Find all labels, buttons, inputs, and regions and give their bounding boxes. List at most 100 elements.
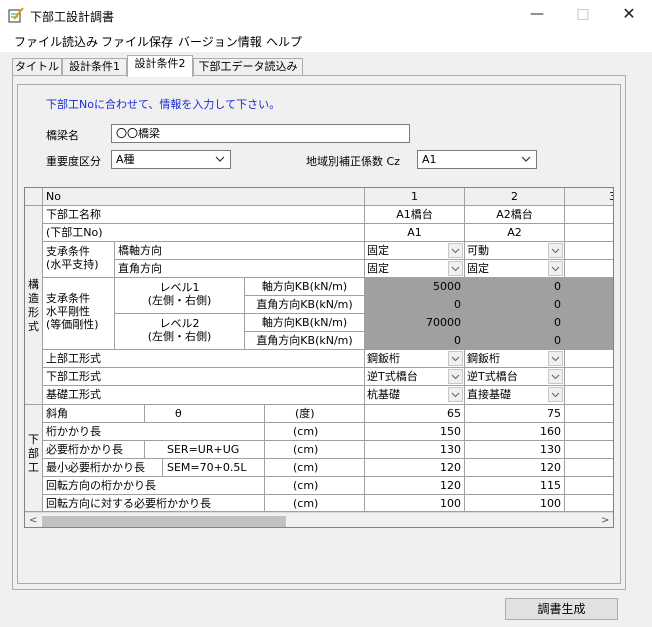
bridge-name-input[interactable]: 〇〇橋梁 bbox=[111, 124, 410, 143]
grid-cell[interactable]: A1 bbox=[365, 224, 465, 242]
bearing-label-2: (水平支持) bbox=[46, 258, 99, 271]
close-button[interactable]: ✕ bbox=[606, 0, 652, 30]
grid-cell[interactable]: A1橋台 bbox=[365, 206, 465, 224]
scroll-left-icon[interactable]: < bbox=[29, 515, 37, 526]
grid-cell[interactable] bbox=[565, 441, 613, 459]
grid-cell[interactable]: 150 bbox=[365, 423, 465, 441]
grid-cell[interactable] bbox=[565, 224, 613, 242]
grid-cell[interactable] bbox=[565, 206, 613, 224]
grid-cell-kb[interactable] bbox=[565, 296, 613, 314]
grid-col-header[interactable]: 1 bbox=[365, 188, 465, 206]
row-label: 桁かかり長 bbox=[43, 423, 265, 441]
grid-cell[interactable] bbox=[565, 350, 613, 368]
chevron-down-icon bbox=[451, 392, 460, 398]
row-label: 直角方向 bbox=[115, 260, 365, 278]
grid-cell[interactable]: 120 bbox=[365, 477, 465, 495]
grid-cell[interactable]: A2橋台 bbox=[465, 206, 565, 224]
grid-cell[interactable]: 115 bbox=[465, 477, 565, 495]
menu-file-load[interactable]: ファイル読込み bbox=[14, 33, 98, 50]
importance-select[interactable]: A種 bbox=[111, 150, 231, 169]
dropdown-button[interactable] bbox=[548, 261, 563, 276]
cell-value: 固定 bbox=[467, 262, 489, 275]
dropdown-button[interactable] bbox=[548, 369, 563, 384]
tab-title[interactable]: タイトル bbox=[12, 58, 62, 76]
grid-cell-kb[interactable] bbox=[565, 278, 613, 296]
grid-cell-kb[interactable]: 0 bbox=[465, 332, 565, 350]
grid-cell[interactable] bbox=[565, 423, 613, 441]
grid-cell[interactable] bbox=[565, 386, 613, 405]
grid-cell[interactable] bbox=[565, 242, 613, 260]
grid-cell[interactable] bbox=[565, 368, 613, 386]
menu-file-save[interactable]: ファイル保存 bbox=[101, 33, 173, 50]
menu-version-info[interactable]: バージョン情報 bbox=[178, 33, 262, 50]
grid-cell-kb[interactable]: 5000 bbox=[365, 278, 465, 296]
grid-cell[interactable]: 100 bbox=[365, 495, 465, 512]
sub-type-select[interactable]: 逆T式橋台 bbox=[465, 368, 565, 386]
minimize-button[interactable]: — bbox=[514, 0, 560, 30]
bearing-perp-select[interactable]: 固定 bbox=[465, 260, 565, 278]
region-coef-value: A1 bbox=[422, 153, 437, 166]
dropdown-button[interactable] bbox=[448, 369, 463, 384]
super-type-select[interactable]: 鋼鈑桁 bbox=[465, 350, 565, 368]
chevron-down-icon bbox=[451, 356, 460, 362]
design-grid[interactable]: No 1 2 3 構造形式 下部工 下部工名称 A1橋台 A2橋台 (下部工No… bbox=[24, 187, 614, 528]
grid-cell[interactable] bbox=[565, 495, 613, 512]
grid-cell-kb[interactable] bbox=[565, 332, 613, 350]
grid-cell[interactable]: A2 bbox=[465, 224, 565, 242]
dropdown-button[interactable] bbox=[548, 387, 563, 402]
grid-cell[interactable] bbox=[565, 477, 613, 495]
grid-cell-kb[interactable]: 0 bbox=[465, 278, 565, 296]
dropdown-button[interactable] bbox=[448, 243, 463, 258]
bearing-perp-select[interactable]: 固定 bbox=[365, 260, 465, 278]
menu-help[interactable]: ヘルプ bbox=[266, 33, 302, 50]
grid-cell[interactable] bbox=[565, 260, 613, 278]
maximize-button[interactable]: □ bbox=[560, 0, 606, 30]
grid-cell[interactable]: 65 bbox=[365, 405, 465, 423]
foundation-type-select[interactable]: 直接基礎 bbox=[465, 386, 565, 405]
row-label: 橋軸方向 bbox=[115, 242, 365, 260]
dropdown-button[interactable] bbox=[448, 351, 463, 366]
grid-cell[interactable] bbox=[565, 459, 613, 477]
grid-cell[interactable] bbox=[565, 405, 613, 423]
tab-design-cond-2[interactable]: 設計条件2 bbox=[127, 55, 193, 77]
row-formula: SER=UR+UG bbox=[145, 441, 265, 459]
bearing-axis-select[interactable]: 固定 bbox=[365, 242, 465, 260]
grid-cell[interactable]: 130 bbox=[365, 441, 465, 459]
dropdown-button[interactable] bbox=[448, 261, 463, 276]
dropdown-button[interactable] bbox=[448, 387, 463, 402]
foundation-type-select[interactable]: 杭基礎 bbox=[365, 386, 465, 405]
grid-col-header[interactable]: 2 bbox=[465, 188, 565, 206]
bearing-axis-select[interactable]: 可動 bbox=[465, 242, 565, 260]
grid-cell-kb[interactable]: 0 bbox=[365, 332, 465, 350]
grid-cell[interactable]: 100 bbox=[465, 495, 565, 512]
region-coef-select[interactable]: A1 bbox=[417, 150, 537, 169]
row-label: 必要桁かかり長 bbox=[43, 441, 145, 459]
cell-value: 直接基礎 bbox=[467, 388, 511, 401]
grid-cell-kb[interactable] bbox=[565, 314, 613, 332]
super-type-select[interactable]: 鋼鈑桁 bbox=[365, 350, 465, 368]
grid-cell[interactable]: 160 bbox=[465, 423, 565, 441]
grid-cell-kb[interactable]: 0 bbox=[365, 296, 465, 314]
scroll-right-icon[interactable]: > bbox=[601, 515, 609, 526]
grid-col-header[interactable]: 3 bbox=[565, 188, 613, 206]
grid-cell-kb[interactable]: 0 bbox=[465, 296, 565, 314]
tab-design-cond-1[interactable]: 設計条件1 bbox=[62, 58, 127, 76]
dropdown-button[interactable] bbox=[548, 243, 563, 258]
grid-cell[interactable]: 130 bbox=[465, 441, 565, 459]
sub-type-select[interactable]: 逆T式橋台 bbox=[365, 368, 465, 386]
row-unit: (cm) bbox=[265, 441, 365, 459]
region-coef-label: 地域別補正係数 Cz bbox=[306, 155, 400, 168]
tab-substructure-load[interactable]: 下部工データ読込み bbox=[193, 58, 303, 76]
grid-cell[interactable]: 75 bbox=[465, 405, 565, 423]
grid-cell-kb[interactable]: 0 bbox=[465, 314, 565, 332]
row-unit: (cm) bbox=[265, 477, 365, 495]
level2-text: レベル2 bbox=[159, 317, 200, 330]
horizontal-scrollbar[interactable]: < > bbox=[25, 512, 613, 527]
dropdown-button[interactable] bbox=[548, 351, 563, 366]
generate-report-button[interactable]: 調書生成 bbox=[505, 598, 618, 620]
scrollbar-thumb[interactable] bbox=[42, 516, 286, 527]
grid-cell-kb[interactable]: 70000 bbox=[365, 314, 465, 332]
grid-cell[interactable]: 120 bbox=[365, 459, 465, 477]
grid-cell[interactable]: 120 bbox=[465, 459, 565, 477]
chevron-down-icon bbox=[551, 392, 560, 398]
